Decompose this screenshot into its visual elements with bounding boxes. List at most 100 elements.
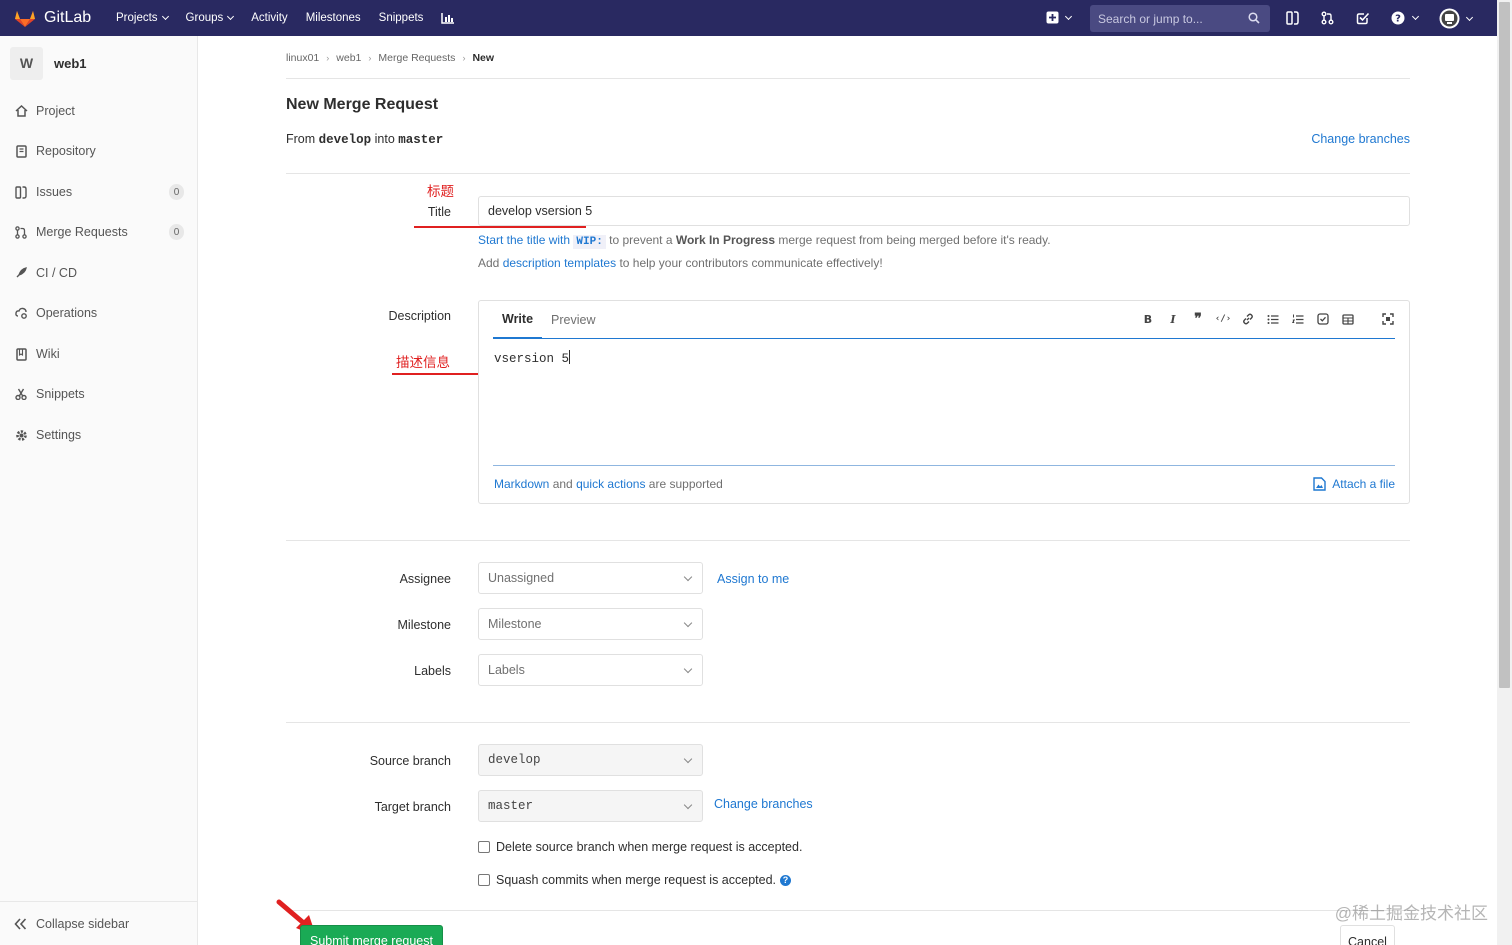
- merge-requests-link[interactable]: [1321, 11, 1334, 25]
- labels-select[interactable]: Labels: [478, 654, 703, 686]
- question-circle-icon: ?: [1391, 11, 1405, 25]
- delete-source-branch-label: Delete source branch when merge request …: [496, 840, 803, 854]
- help-dropdown[interactable]: ?: [1391, 11, 1420, 25]
- book-icon: [14, 144, 28, 158]
- squash-commits-checkbox[interactable]: [478, 874, 490, 886]
- search-icon: [1248, 12, 1260, 24]
- merge-requests-count-badge: 0: [169, 224, 184, 240]
- assignee-select[interactable]: Unassigned: [478, 562, 703, 594]
- sidebar-item-merge-requests[interactable]: Merge Requests 0: [0, 220, 198, 244]
- fullscreen-icon[interactable]: [1381, 312, 1395, 326]
- sidebar-item-ci-cd[interactable]: CI / CD: [0, 261, 198, 285]
- nav-snippets[interactable]: Snippets: [379, 12, 424, 24]
- chevron-down-icon: [1064, 12, 1073, 20]
- bold-icon[interactable]: B: [1141, 312, 1155, 326]
- markdown-link[interactable]: Markdown: [494, 477, 549, 491]
- description-editor: Write Preview B I ❞ ‹/› vsersion 5 Markd…: [478, 300, 1410, 504]
- wip-hint-text: to prevent a: [609, 233, 673, 247]
- task-list-icon[interactable]: [1316, 312, 1330, 326]
- change-branches-link[interactable]: Change branches: [1311, 132, 1410, 146]
- sidebar-item-label: CI / CD: [36, 266, 77, 280]
- project-avatar: W: [10, 46, 43, 80]
- gitlab-logo-icon: [15, 11, 35, 27]
- description-templates-link[interactable]: description templates: [503, 256, 616, 270]
- nav-milestones[interactable]: Milestones: [306, 12, 361, 24]
- quick-actions-link[interactable]: quick actions: [576, 477, 645, 491]
- todos-link[interactable]: [1356, 11, 1370, 25]
- scrollbar-thumb[interactable]: [1499, 2, 1510, 688]
- title-input[interactable]: develop vsersion 5: [478, 196, 1410, 226]
- sidebar-project-header[interactable]: W web1: [0, 36, 197, 90]
- milestone-select[interactable]: Milestone: [478, 608, 703, 640]
- sidebar-item-label: Repository: [36, 144, 96, 158]
- gear-icon: [14, 428, 28, 442]
- page-title: New Merge Request: [286, 96, 439, 113]
- sidebar-item-label: Settings: [36, 428, 82, 442]
- templates-hint-prefix: Add: [478, 256, 500, 270]
- attach-file-button[interactable]: Attach a file: [1313, 477, 1395, 491]
- chevron-down-icon: [683, 572, 693, 582]
- cancel-button[interactable]: Cancel: [1340, 925, 1395, 945]
- editor-divider: [493, 465, 1395, 466]
- sidebar-item-issues[interactable]: Issues 0: [0, 180, 198, 204]
- collapse-sidebar-button[interactable]: Collapse sidebar: [0, 901, 198, 945]
- wip-hint-link[interactable]: Start the title with: [478, 233, 570, 247]
- svg-text:?: ?: [1395, 14, 1401, 25]
- sidebar-item-wiki[interactable]: Wiki: [0, 342, 198, 366]
- project-name: web1: [54, 55, 87, 71]
- help-icon[interactable]: ?: [780, 874, 791, 886]
- chevron-down-icon: [683, 618, 693, 628]
- numbered-list-icon[interactable]: [1291, 312, 1305, 326]
- search-input[interactable]: Search or jump to...: [1090, 5, 1270, 32]
- breadcrumb-merge-requests[interactable]: Merge Requests: [378, 52, 455, 64]
- labels-value: Labels: [488, 663, 525, 677]
- sidebar-item-label: Merge Requests: [36, 225, 128, 239]
- nav-analytics[interactable]: [441, 12, 455, 24]
- nav-groups[interactable]: Groups: [186, 12, 235, 24]
- source-branch-select[interactable]: develop: [478, 744, 703, 776]
- tab-preview[interactable]: Preview: [542, 301, 604, 339]
- description-textarea[interactable]: vsersion 5: [494, 350, 571, 366]
- breadcrumb-web1[interactable]: web1: [336, 52, 361, 64]
- double-chevron-left-icon: [14, 917, 27, 930]
- issues-count-badge: 0: [169, 184, 184, 200]
- nav-projects[interactable]: Projects: [116, 12, 169, 24]
- todo-issues-link[interactable]: [1286, 11, 1299, 25]
- plus-square-icon: [1046, 11, 1059, 24]
- brand-home-link[interactable]: GitLab: [14, 8, 114, 28]
- collapse-sidebar-label: Collapse sidebar: [36, 916, 130, 931]
- user-menu[interactable]: [1439, 8, 1474, 29]
- target-branch-name: master: [398, 133, 444, 147]
- labels-label: Labels: [414, 664, 451, 678]
- table-icon[interactable]: [1341, 312, 1355, 326]
- breadcrumb-linux01[interactable]: linux01: [286, 52, 319, 64]
- description-value: vsersion 5: [494, 352, 570, 366]
- change-branches-link-bottom[interactable]: Change branches: [714, 797, 813, 811]
- sidebar-item-snippets[interactable]: Snippets: [0, 382, 198, 406]
- text-cursor: [569, 350, 571, 364]
- new-dropdown[interactable]: [1046, 11, 1073, 24]
- sidebar-item-repository[interactable]: Repository: [0, 139, 198, 163]
- nav-activity[interactable]: Activity: [251, 12, 287, 24]
- bullet-list-icon[interactable]: [1266, 312, 1280, 326]
- templates-hint-suffix: to help your contributors communicate ef…: [619, 256, 883, 270]
- code-icon[interactable]: ‹/›: [1215, 312, 1231, 326]
- sidebar-item-project[interactable]: Project: [0, 99, 198, 123]
- chevron-down-icon: [683, 800, 693, 810]
- breadcrumb-new[interactable]: New: [472, 52, 494, 64]
- wip-hint-text-2: merge request from being merged before i…: [778, 233, 1051, 247]
- sidebar-item-operations[interactable]: Operations: [0, 301, 198, 325]
- italic-icon[interactable]: I: [1166, 312, 1180, 326]
- target-branch-select[interactable]: master: [478, 790, 703, 822]
- wip-code: WIP:: [573, 235, 606, 249]
- delete-source-branch-checkbox[interactable]: [478, 841, 490, 853]
- divider: [286, 540, 1410, 541]
- page-scrollbar[interactable]: [1497, 0, 1512, 945]
- assign-to-me-link[interactable]: Assign to me: [717, 572, 789, 586]
- submit-merge-request-button[interactable]: Submit merge request: [300, 925, 443, 945]
- sidebar-item-settings[interactable]: Settings: [0, 423, 198, 447]
- home-icon: [14, 104, 28, 118]
- tab-write[interactable]: Write: [493, 301, 543, 339]
- link-icon[interactable]: [1241, 312, 1255, 326]
- quote-icon[interactable]: ❞: [1191, 311, 1205, 327]
